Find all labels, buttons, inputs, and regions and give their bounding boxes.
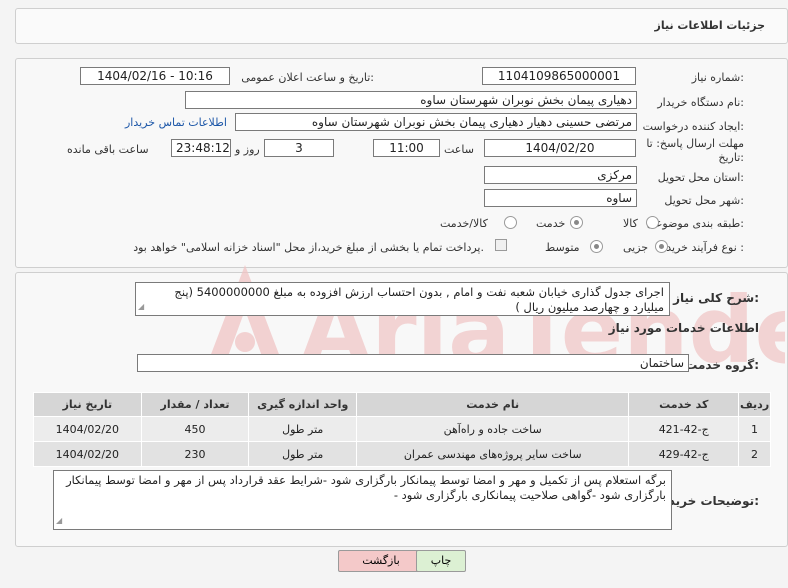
days-remaining-field: 3	[264, 139, 334, 157]
days-label: روز و	[235, 143, 260, 156]
cell-name: ساخت سایر پروژه‌های مهندسی عمران	[356, 441, 630, 467]
services-table: ردیف کد خدمت نام خدمت واحد اندازه گیری ت…	[33, 392, 771, 467]
deadline-time-label: ساعت	[444, 143, 474, 156]
service-group-field: ساختمان	[137, 354, 689, 372]
creator-label: ایجاد کننده درخواست:	[642, 120, 744, 133]
category-option-goods-service: کالا/خدمت	[440, 217, 488, 230]
announce-datetime-label: تاریخ و ساعت اعلان عمومی:	[241, 71, 374, 84]
resize-grip-icon: ◢	[138, 302, 145, 311]
col-qty: تعداد / مقدار	[140, 392, 250, 417]
treasury-payment-checkbox[interactable]	[495, 239, 507, 251]
category-option-goods: کالا	[623, 217, 638, 230]
cell-date: 1404/02/20	[33, 416, 142, 442]
cell-name: ساخت جاده و راه‌آهن	[356, 416, 630, 442]
process-radio-medium[interactable]	[590, 240, 603, 253]
service-group-label: گروه خدمت:	[685, 358, 759, 372]
resize-grip-icon: ◢	[56, 516, 63, 525]
cell-code: ج-42-421	[628, 416, 740, 442]
table-header-row: ردیف کد خدمت نام خدمت واحد اندازه گیری ت…	[33, 392, 771, 417]
buyer-notes-textarea: برگه استعلام پس از تکمیل و مهر و امضا تو…	[53, 470, 672, 530]
cell-code: ج-42-429	[628, 441, 740, 467]
category-label: طبقه بندی موضوعی:	[646, 217, 744, 230]
city-label: شهر محل تحویل:	[664, 194, 744, 207]
buyer-org-label: نام دستگاه خریدار:	[657, 96, 744, 109]
deadline-label: مهلت ارسال پاسخ: تا تاریخ:	[646, 137, 744, 164]
creator-field: مرتضی حسینی دهیار دهیاری پیمان بخش نوبرا…	[235, 113, 637, 131]
deadline-date-field: 1404/02/20	[484, 139, 636, 157]
buyer-notes-text: برگه استعلام پس از تکمیل و مهر و امضا تو…	[66, 473, 666, 502]
cell-row: 1	[738, 416, 771, 442]
col-row: ردیف	[738, 392, 771, 417]
col-date: تاریخ نیاز	[33, 392, 142, 417]
need-number-label: شماره نیاز:	[691, 71, 744, 84]
buyer-notes-label: توضیحات خریدار:	[657, 494, 759, 508]
cell-qty: 450	[140, 416, 250, 442]
category-radio-goods[interactable]	[646, 216, 659, 229]
category-option-service: خدمت	[536, 217, 566, 230]
category-radio-service[interactable]	[570, 216, 583, 229]
cell-qty: 230	[140, 441, 250, 467]
province-field: مرکزی	[484, 166, 637, 184]
need-description-label: شرح کلی نیاز:	[673, 291, 759, 305]
table-row: 1 ج-42-421 ساخت جاده و راه‌آهن متر طول 4…	[33, 416, 771, 442]
col-code: کد خدمت	[628, 392, 740, 417]
process-option-medium: متوسط	[545, 241, 580, 254]
province-label: استان محل تحویل:	[657, 171, 744, 184]
deadline-time-field: 11:00	[373, 139, 440, 157]
page-header: جزئیات اطلاعات نیاز	[15, 8, 788, 44]
process-type-label: نوع فرآیند خرید :	[666, 241, 744, 254]
cell-date: 1404/02/20	[33, 441, 142, 467]
buyer-contact-link[interactable]: اطلاعات تماس خریدار	[125, 116, 227, 129]
treasury-payment-note: پرداخت تمام یا بخشی از مبلغ خرید،از محل …	[133, 241, 484, 254]
services-section-title: اطلاعات خدمات مورد نیاز	[608, 321, 759, 335]
city-field: ساوه	[484, 189, 637, 207]
process-radio-minor[interactable]	[655, 240, 668, 253]
remaining-time-field: 23:48:12	[171, 139, 231, 157]
need-description-text: اجرای جدول گذاری خیابان شعبه نفت و امام …	[174, 285, 664, 314]
process-option-minor: جزیی	[623, 241, 649, 254]
col-unit: واحد اندازه گیری	[248, 392, 358, 417]
cell-unit: متر طول	[248, 441, 358, 467]
announce-datetime-field: 1404/02/16 - 10:16	[80, 67, 230, 85]
cell-unit: متر طول	[248, 416, 358, 442]
remaining-time-label: ساعت باقی مانده	[67, 143, 149, 156]
need-number-field: 1104109865000001	[482, 67, 636, 85]
category-radio-goods-service[interactable]	[504, 216, 517, 229]
col-name: نام خدمت	[356, 392, 630, 417]
page-title: جزئیات اطلاعات نیاز	[654, 19, 766, 32]
need-description-textarea: اجرای جدول گذاری خیابان شعبه نفت و امام …	[135, 282, 670, 316]
table-row: 2 ج-42-429 ساخت سایر پروژه‌های مهندسی عم…	[33, 441, 771, 467]
cell-row: 2	[738, 441, 771, 467]
print-button[interactable]: چاپ	[416, 550, 466, 572]
back-button[interactable]: بازگشت	[338, 550, 424, 572]
buyer-org-field: دهیاری پیمان بخش نوبران شهرستان ساوه	[185, 91, 637, 109]
